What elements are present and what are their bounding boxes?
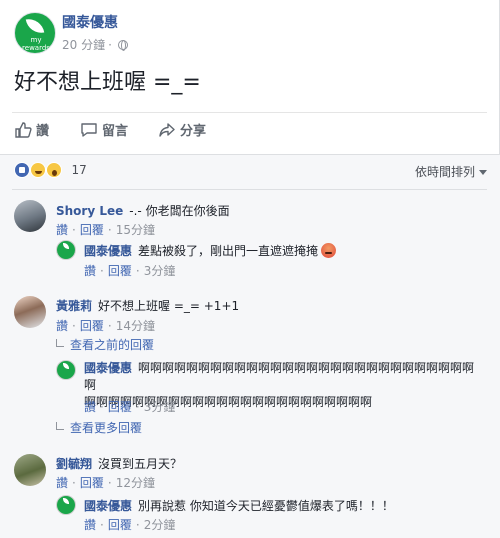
- reply-actions: 讚 · 回覆 · 3分鐘: [84, 398, 175, 415]
- reactions-summary[interactable]: 17: [14, 162, 87, 180]
- leaf-logo-icon: [25, 16, 45, 36]
- reply-author[interactable]: 國泰優惠: [84, 361, 132, 375]
- meta-dot: ·: [107, 223, 112, 237]
- comment-text: 沒買到五月天？: [98, 457, 183, 471]
- comment-author[interactable]: 黃雅莉: [56, 299, 92, 313]
- haha-reaction-icon: [29, 162, 46, 178]
- meta-dot: ·: [72, 223, 76, 237]
- avatar-brand-my: my: [30, 36, 42, 44]
- comment-text: -.- 你老闆在你後面: [129, 204, 230, 218]
- post-card: my rewards 國泰優惠 20 分鐘 · 好不想上班喔 =_= 讚 留言 分…: [0, 0, 500, 538]
- meta-dot: ·: [108, 38, 112, 52]
- action-bar: 讚 留言 分享: [0, 120, 500, 144]
- like-label: 讚: [36, 124, 50, 139]
- view-more-label: 查看更多回覆: [70, 421, 143, 435]
- share-label: 分享: [180, 124, 207, 139]
- comment-time[interactable]: 15分鐘: [116, 223, 155, 237]
- comment: Shory Lee -.- 你老闆在你後面: [56, 202, 230, 219]
- comment-reply-link[interactable]: 回覆: [80, 319, 104, 333]
- reply-reply-link[interactable]: 回覆: [108, 264, 132, 278]
- page-avatar[interactable]: my rewards: [14, 12, 56, 54]
- comment: 劉毓翔 沒買到五月天？: [56, 455, 182, 472]
- reply-arrow-icon: [56, 339, 64, 347]
- share-button[interactable]: 分享: [158, 120, 206, 144]
- globe-icon: [117, 40, 128, 51]
- meta-dot: ·: [100, 518, 104, 532]
- reply-avatar[interactable]: [56, 360, 76, 380]
- comment-like-link[interactable]: 讚: [56, 223, 68, 237]
- commenter-avatar[interactable]: [14, 454, 46, 486]
- thumbs-up-icon: [15, 122, 32, 138]
- page-name-link[interactable]: 國泰優惠: [62, 12, 118, 32]
- reply-reply-link[interactable]: 回覆: [108, 518, 132, 532]
- share-arrow-icon: [159, 123, 175, 137]
- meta-dot: ·: [107, 319, 112, 333]
- reply: 國泰優惠 別再說惹 你知道今天已經憂鬱值爆表了嗎！！！: [84, 497, 394, 514]
- comment-like-link[interactable]: 讚: [56, 476, 68, 490]
- reply-avatar[interactable]: [56, 240, 76, 260]
- comment-like-link[interactable]: 讚: [56, 319, 68, 333]
- reply-time[interactable]: 3分鐘: [144, 400, 176, 414]
- divider: [12, 112, 487, 113]
- reply-time[interactable]: 3分鐘: [144, 264, 176, 278]
- wow-reaction-icon: [45, 162, 62, 178]
- comment-label: 留言: [102, 124, 129, 139]
- reply-author[interactable]: 國泰優惠: [84, 244, 132, 258]
- comment-reply-link[interactable]: 回覆: [80, 476, 104, 490]
- reply-avatar[interactable]: [56, 495, 76, 515]
- reply-text: 別再說惹 你知道今天已經憂鬱值爆表了嗎！！！: [138, 499, 394, 513]
- reaction-count: 17: [71, 163, 87, 177]
- meta-dot: ·: [72, 476, 76, 490]
- commenter-avatar[interactable]: [14, 200, 46, 232]
- comment-author[interactable]: 劉毓翔: [56, 457, 92, 471]
- sort-dropdown[interactable]: 依時間排列: [415, 163, 487, 180]
- reply-reply-link[interactable]: 回覆: [108, 400, 132, 414]
- comment-actions: 讚 · 回覆 · 14分鐘: [56, 317, 155, 334]
- reply-like-link[interactable]: 讚: [84, 518, 96, 532]
- meta-dot: ·: [135, 264, 140, 278]
- like-reaction-icon: [14, 162, 30, 178]
- reply-arrow-icon: [56, 422, 64, 430]
- comment-actions: 讚 · 回覆 · 12分鐘: [56, 474, 155, 491]
- view-previous-replies-link[interactable]: 查看之前的回覆: [56, 336, 154, 353]
- reply-text-line1: 啊啊啊啊啊啊啊啊啊啊啊啊啊啊啊啊啊啊啊啊啊啊啊啊啊啊啊啊啊: [84, 361, 475, 392]
- avatar-brand-rewards: rewards: [22, 44, 50, 52]
- post-time[interactable]: 20 分鐘: [62, 38, 105, 52]
- angry-emoji-icon: [321, 243, 337, 258]
- comment-bubble-icon: [81, 123, 97, 137]
- reply-time[interactable]: 2分鐘: [144, 518, 176, 532]
- reply: 國泰優惠 差點被殺了，剛出門一直遮遮掩掩: [84, 242, 337, 259]
- post-timestamp[interactable]: 20 分鐘 ·: [62, 36, 128, 53]
- meta-dot: ·: [135, 518, 140, 532]
- view-previous-label: 查看之前的回覆: [70, 338, 155, 352]
- post-body-text: 好不想上班喔 =_=: [14, 70, 201, 95]
- reply-like-link[interactable]: 讚: [84, 264, 96, 278]
- meta-dot: ·: [72, 319, 76, 333]
- meta-dot: ·: [135, 400, 140, 414]
- reply-author[interactable]: 國泰優惠: [84, 499, 132, 513]
- reply-actions: 讚 · 回覆 · 2分鐘: [84, 516, 175, 533]
- sort-label: 依時間排列: [414, 165, 475, 179]
- comment: 黃雅莉 好不想上班喔 =_= +1+1: [56, 297, 239, 314]
- comment-author[interactable]: Shory Lee: [56, 204, 123, 218]
- chevron-down-icon: [479, 170, 487, 175]
- divider: [12, 189, 487, 190]
- like-button[interactable]: 讚: [14, 120, 49, 144]
- meta-dot: ·: [100, 400, 104, 414]
- comment-time[interactable]: 12分鐘: [116, 476, 155, 490]
- reply-actions: 讚 · 回覆 · 3分鐘: [84, 262, 175, 279]
- commenter-avatar[interactable]: [14, 296, 46, 328]
- view-more-replies-link[interactable]: 查看更多回覆: [56, 419, 142, 436]
- comment-reply-link[interactable]: 回覆: [80, 223, 104, 237]
- comment-actions: 讚 · 回覆 · 15分鐘: [56, 221, 155, 238]
- comment-text: 好不想上班喔 =_= +1+1: [98, 299, 240, 313]
- reply-like-link[interactable]: 讚: [84, 400, 96, 414]
- meta-dot: ·: [107, 476, 112, 490]
- comment-button[interactable]: 留言: [80, 120, 128, 144]
- comment-time[interactable]: 14分鐘: [116, 319, 155, 333]
- meta-dot: ·: [100, 264, 104, 278]
- reply-text: 差點被殺了，剛出門一直遮遮掩掩: [138, 244, 319, 258]
